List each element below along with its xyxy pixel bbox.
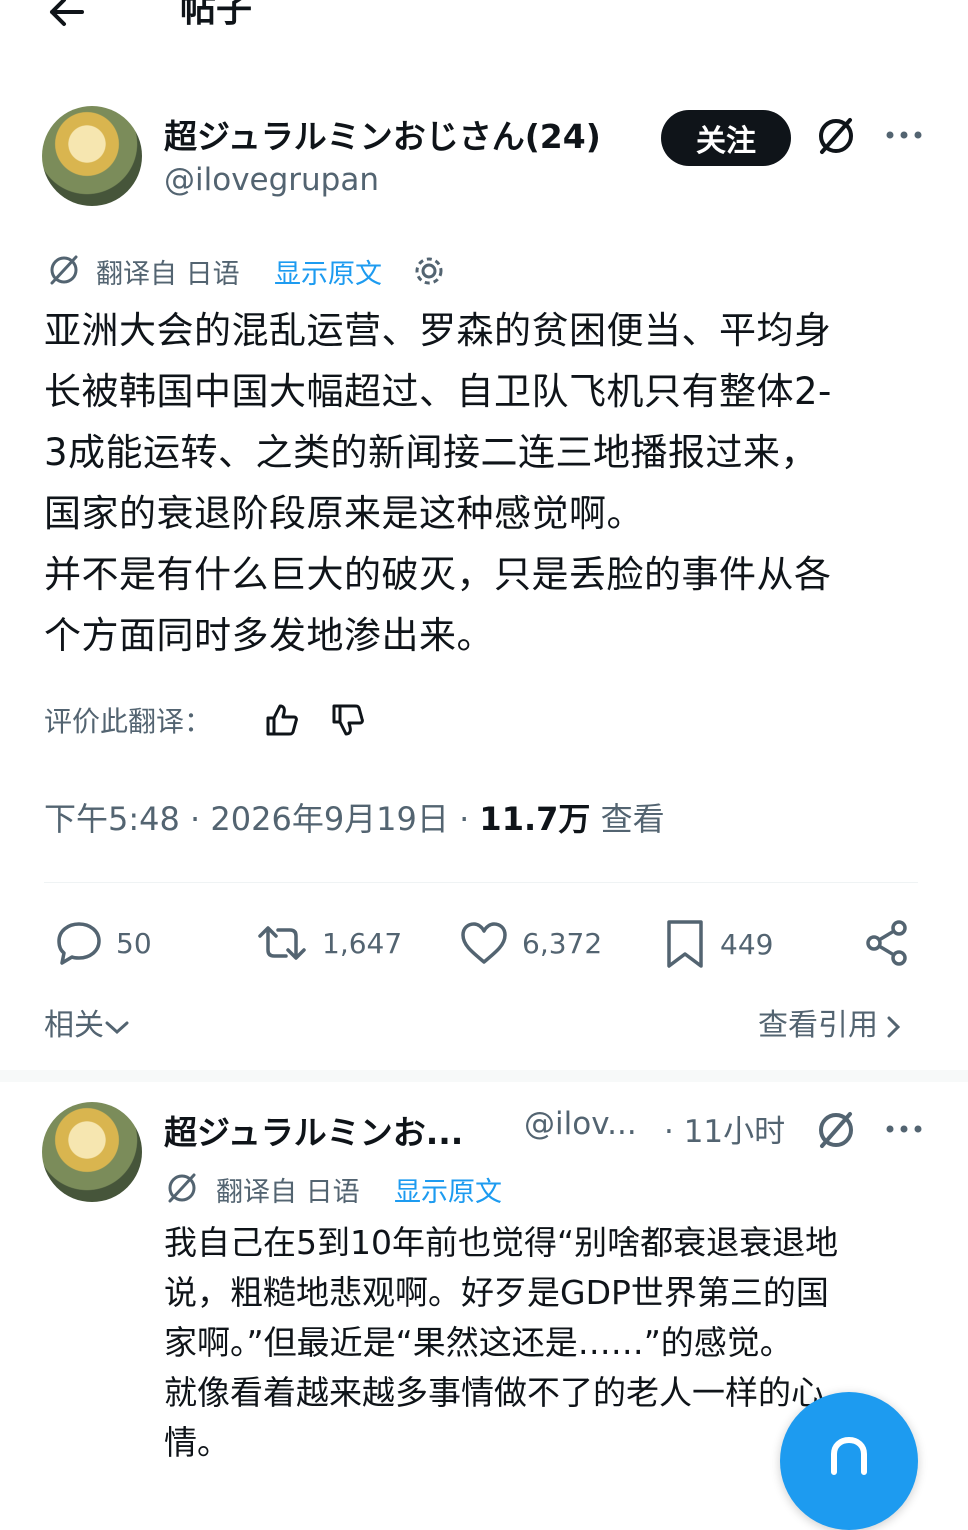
back-arrow-icon[interactable] [46, 0, 86, 32]
grok-icon[interactable] [814, 114, 858, 158]
more-options-icon[interactable] [884, 120, 924, 150]
avatar[interactable] [42, 106, 142, 206]
reply-timestamp: · 11小时 [664, 1114, 786, 1150]
translate-grok-icon [46, 252, 82, 288]
retweet-action[interactable]: 1,647 [254, 918, 402, 968]
retweet-count: 1,647 [322, 926, 403, 960]
more-options-icon[interactable] [884, 1114, 924, 1144]
chevron-down-icon [104, 1017, 130, 1037]
thumbs-down-icon[interactable] [328, 700, 368, 740]
reply-action[interactable]: 50 [54, 918, 152, 968]
view-quotes-link[interactable]: 查看引用 [758, 1000, 902, 1044]
compose-fab-button[interactable] [780, 1392, 918, 1530]
chevron-right-icon [884, 1014, 902, 1040]
compose-icon [824, 1432, 874, 1482]
retweet-icon [254, 918, 310, 968]
post-timestamp: 下午5:48 · 2026年9月19日 · [44, 800, 480, 838]
bookmark-action[interactable]: 449 [662, 918, 773, 970]
page-title: 帖子 [180, 0, 253, 30]
follow-button[interactable]: 关注 [661, 110, 791, 166]
post-text: 亚洲大会的混乱运营、罗森的贫困便当、平均身 长被韩国中国大幅超过、自卫队飞机只有… [44, 309, 832, 657]
reply-icon [54, 918, 104, 968]
view-count: 11.7万 [479, 800, 591, 838]
grok-icon[interactable] [814, 1108, 858, 1152]
views-label: 查看 [590, 800, 665, 838]
like-action[interactable]: 6,372 [458, 918, 602, 968]
view-quotes-label: 查看引用 [758, 1008, 878, 1043]
bookmark-count: 449 [720, 927, 774, 961]
reply-author-name[interactable]: 超ジュラルミンお... [164, 1106, 463, 1154]
reply-author-handle[interactable]: @ilov... [524, 1106, 637, 1142]
reply-translated-from-label: 翻译自 日语 [216, 1177, 360, 1208]
reply-show-original-link[interactable]: 显示原文 [394, 1170, 502, 1209]
reply-count: 50 [116, 926, 152, 960]
show-original-link[interactable]: 显示原文 [274, 252, 382, 291]
reply-avatar[interactable] [42, 1102, 142, 1202]
gear-icon[interactable] [412, 254, 446, 288]
section-separator [0, 1070, 968, 1082]
related-dropdown[interactable]: 相关 [44, 1000, 130, 1044]
share-icon[interactable] [862, 918, 912, 968]
author-handle[interactable]: @ilovegrupan [164, 162, 379, 198]
thumbs-up-icon[interactable] [262, 700, 302, 740]
like-count: 6,372 [522, 926, 603, 960]
related-label: 相关 [44, 1008, 104, 1043]
rate-translation-label: 评价此翻译： [44, 705, 213, 738]
heart-icon [458, 918, 510, 968]
post-meta: 下午5:48 · 2026年9月19日 · 11.7万 查看 [44, 794, 665, 840]
bookmark-icon [662, 918, 708, 970]
translated-from-label: 翻译自 日语 [96, 259, 240, 290]
author-name[interactable]: 超ジュラルミンおじさん(24) [164, 110, 601, 158]
translate-grok-icon [164, 1170, 200, 1206]
divider [44, 882, 918, 883]
